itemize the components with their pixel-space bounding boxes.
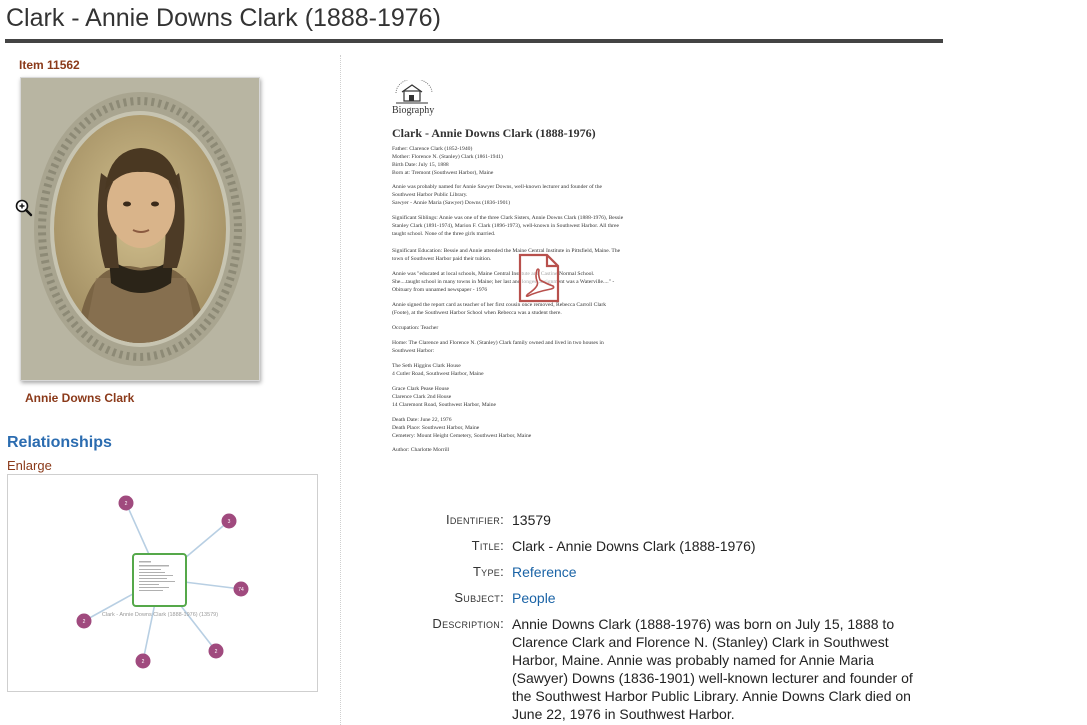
document-line: Occupation: Teacher: [392, 325, 439, 331]
document-line: Clarence Clark 2nd House: [392, 394, 452, 400]
document-line: Obituary from unnamed newspaper - 1976: [392, 287, 488, 293]
graph-node[interactable]: 2: [76, 613, 92, 629]
document-line: Annie signed the report card as teacher …: [392, 302, 607, 308]
document-line: Sawyer - Annie Maria (Sawyer) Downs (183…: [392, 200, 511, 206]
title-label: Title:: [471, 538, 504, 553]
relationships-heading: Relationships: [7, 434, 112, 451]
zoom-in-icon[interactable]: [14, 198, 34, 218]
graph-node-count: 2: [125, 501, 128, 507]
document-line: Significant Education: Bessie and Annie …: [392, 248, 621, 254]
document-line: 14 Claremont Road, Southwest Harbor, Mai…: [392, 402, 497, 408]
document-line: Mother: Florence N. (Stanley) Clark (186…: [392, 154, 503, 160]
portrait-photo: [21, 78, 259, 380]
document-line: 4 Cutler Road, Southwest Harbor, Maine: [392, 371, 484, 377]
metadata-row-subject: Subject: People: [340, 590, 940, 610]
graph-node-count: 2: [83, 619, 86, 625]
graph-node[interactable]: 3: [221, 513, 237, 529]
metadata-row-type: Type: Reference: [340, 564, 940, 584]
document-line: Grace Clark Pease House: [392, 386, 450, 392]
relationship-graph-canvas: Clark - Annie Downs Clark (1888-1976) (1…: [76, 495, 249, 669]
graph-node[interactable]: 74: [233, 581, 249, 597]
document-line: The Seth Higgins Clark House: [392, 363, 461, 369]
graph-node-count: 2: [215, 649, 218, 655]
document-line: Stanley Clark (1891-1974), Marion F. Cla…: [392, 223, 619, 229]
metadata-row-description: Description: Annie Downs Clark (1888-197…: [340, 616, 940, 722]
graph-node[interactable]: 2: [118, 495, 134, 511]
graph-node-count: 2: [142, 659, 145, 665]
page-title: Clark - Annie Downs Clark (1888-1976): [6, 4, 441, 32]
document-line: Annie was "educated at local schools, Ma…: [392, 271, 595, 277]
relationship-graph[interactable]: Clark - Annie Downs Clark (1888-1976) (1…: [7, 474, 318, 692]
document-line: Home: The Clarence and Florence N. (Stan…: [392, 340, 604, 346]
description-value: Annie Downs Clark (1888-1976) was born o…: [512, 616, 913, 722]
type-link[interactable]: Reference: [512, 564, 577, 580]
title-divider: [5, 39, 943, 43]
metadata-row-title: Title: Clark - Annie Downs Clark (1888-1…: [340, 538, 940, 558]
document-line: She....taught school in many towns in Ma…: [392, 279, 615, 285]
type-label: Type:: [472, 564, 504, 579]
graph-node-count: 74: [238, 587, 244, 593]
document-line: Born at: Tremont (Southwest Harbor), Mai…: [392, 170, 494, 176]
title-value: Clark - Annie Downs Clark (1888-1976): [512, 538, 756, 554]
graph-center-caption: Clark - Annie Downs Clark (1888-1976) (1…: [102, 612, 218, 618]
item-number-label: Item 11562: [19, 58, 80, 72]
graph-node-count: 3: [228, 519, 231, 525]
enlarge-link[interactable]: Enlarge: [7, 458, 52, 473]
identifier-label: Identifier:: [445, 512, 504, 527]
document-line: Father: Clarence Clark (1852-1940): [392, 146, 473, 152]
document-line: town of Southwest Harbor paid their tuit…: [392, 256, 492, 262]
document-line: Death Place: Southwest Harbor, Maine: [392, 425, 480, 431]
image-caption: Annie Downs Clark: [25, 391, 135, 405]
document-line: Southwest Harbor:: [392, 348, 435, 354]
document-line: taught school. None of the three girls m…: [392, 231, 496, 237]
identifier-value: 13579: [512, 512, 551, 528]
historical-society-logo: [395, 80, 433, 104]
document-line: Death Date: June 22, 1976: [392, 417, 452, 423]
document-line: (Foote), at the Southwest Harbor School …: [392, 310, 562, 316]
document-preview[interactable]: Biography Clark - Annie Downs Clark (188…: [385, 75, 695, 475]
document-line: Annie was probably named for Annie Sawye…: [392, 184, 603, 190]
subject-link[interactable]: People: [512, 590, 556, 606]
graph-node[interactable]: 2: [208, 643, 224, 659]
document-line: Author: Charlotte Morrill: [392, 447, 450, 453]
metadata-row-identifier: Identifier: 13579: [340, 512, 940, 532]
item-image[interactable]: [20, 77, 260, 381]
document-line: Significant Siblings: Annie was one of t…: [392, 215, 624, 221]
description-label: Description:: [432, 616, 504, 631]
document-org-label: Biography: [392, 105, 435, 116]
subject-label: Subject:: [454, 590, 504, 605]
document-line: Southwest Harbor Public Library.: [392, 192, 468, 198]
document-line: Cemetery: Mount Height Cemetery, Southwe…: [392, 433, 532, 439]
graph-node[interactable]: 2: [135, 653, 151, 669]
pdf-icon[interactable]: [517, 253, 561, 303]
document-line: Birth Date: July 15, 1888: [392, 162, 449, 168]
document-heading: Clark - Annie Downs Clark (1888-1976): [392, 126, 596, 140]
